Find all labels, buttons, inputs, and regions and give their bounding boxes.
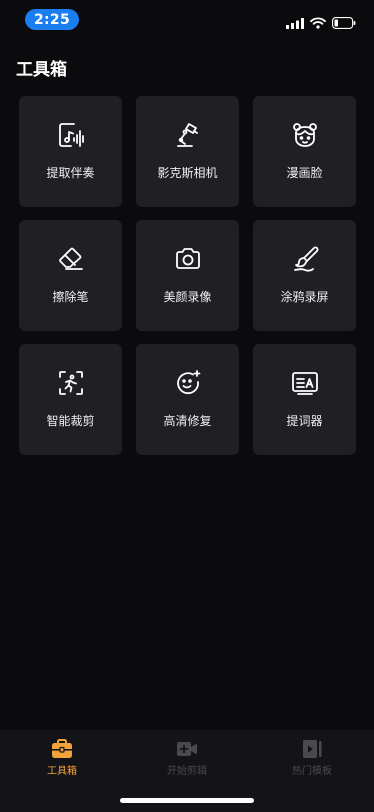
tool-label: 提词器 <box>286 414 323 428</box>
wifi-icon <box>310 14 326 33</box>
music-extract-icon <box>56 120 86 150</box>
tool-label: 影克斯相机 <box>157 166 218 180</box>
cartoon-face-icon <box>290 120 320 150</box>
tool-tile-lamp-camera[interactable]: 影克斯相机 <box>136 96 239 207</box>
desk-lamp-icon <box>173 120 203 150</box>
tab-toolbox[interactable]: 工具箱 <box>22 738 102 777</box>
tool-label: 智能裁剪 <box>46 414 95 428</box>
battery-icon <box>332 14 356 33</box>
tool-label: 美颜录像 <box>163 290 212 304</box>
brush-icon <box>290 244 320 274</box>
tab-start-editing[interactable]: 开始剪辑 <box>147 738 227 777</box>
teleprompter-icon <box>290 368 320 398</box>
status-icons <box>286 14 356 33</box>
status-time: 2:25 <box>33 11 71 28</box>
face-sparkle-icon <box>173 368 203 398</box>
tool-label: 提取伴奏 <box>46 166 95 180</box>
status-bar: 2:25 <box>0 0 374 40</box>
tab-label: 工具箱 <box>47 766 77 777</box>
tool-tile-cartoon-face[interactable]: 漫画脸 <box>253 96 356 207</box>
tool-tile-teleprompter[interactable]: 提词器 <box>253 344 356 455</box>
tab-label: 开始剪辑 <box>167 766 207 777</box>
camera-icon <box>173 244 203 274</box>
tab-hot-templates[interactable]: 热门模板 <box>272 738 352 777</box>
template-icon <box>300 738 324 760</box>
smart-crop-icon <box>56 368 86 398</box>
tool-label: 涂鸦录屏 <box>280 290 329 304</box>
tab-label: 热门模板 <box>292 766 332 777</box>
tool-grid: 提取伴奏 影克斯相机 漫画脸 擦除笔 美颜录像 涂鸦录屏 智能裁剪 高清修复 提… <box>19 96 356 455</box>
toolbox-icon <box>50 738 74 760</box>
tool-tile-eraser[interactable]: 擦除笔 <box>19 220 122 331</box>
tool-tile-beauty-record[interactable]: 美颜录像 <box>136 220 239 331</box>
time-pill: 2:25 <box>25 9 79 30</box>
tool-tile-hd-repair[interactable]: 高清修复 <box>136 344 239 455</box>
page-title: 工具箱 <box>16 60 67 80</box>
tool-tile-doodle-record[interactable]: 涂鸦录屏 <box>253 220 356 331</box>
tool-label: 高清修复 <box>163 414 212 428</box>
eraser-icon <box>56 244 86 274</box>
tool-tile-extract-accompaniment[interactable]: 提取伴奏 <box>19 96 122 207</box>
home-indicator <box>120 798 254 803</box>
tool-tile-smart-crop[interactable]: 智能裁剪 <box>19 344 122 455</box>
video-add-icon <box>175 738 199 760</box>
tool-label: 擦除笔 <box>52 290 89 304</box>
signal-icon <box>286 14 304 33</box>
tool-label: 漫画脸 <box>286 166 323 180</box>
